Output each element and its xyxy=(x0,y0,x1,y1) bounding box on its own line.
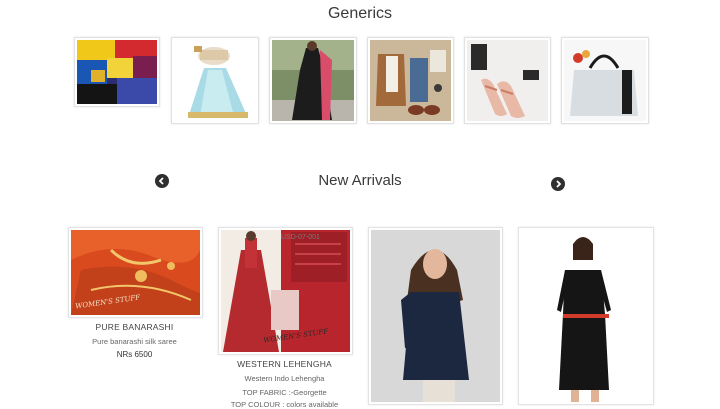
chevron-right-icon xyxy=(556,180,562,188)
lehenga-blouse-image xyxy=(174,40,256,121)
navy-top-model-image xyxy=(371,230,500,402)
product-code: USD-07-001 xyxy=(281,234,320,241)
folded-fabrics-image xyxy=(77,40,157,104)
product-description: Western Indo Lehengha xyxy=(244,374,325,383)
generic-item-dress[interactable] xyxy=(269,37,357,124)
product-price: NRs 6500 xyxy=(116,350,153,359)
next-arrow-button[interactable] xyxy=(551,177,565,191)
product-card-banarashi[interactable]: WOMEN'S STUFF xyxy=(68,227,203,318)
black-dress-model-image xyxy=(521,230,651,402)
dress-dupatta-image xyxy=(272,40,354,121)
generic-item-sandals[interactable] xyxy=(464,37,551,124)
mens-outfit-image xyxy=(370,40,451,121)
generic-item-lehenga[interactable] xyxy=(171,37,259,124)
product-card-black-dress[interactable] xyxy=(518,227,654,405)
product-detail: TOP FABRIC :-Georgette xyxy=(242,388,327,397)
generics-title: Generics xyxy=(327,5,393,22)
product-card-navy-top[interactable] xyxy=(368,227,503,405)
product-name[interactable]: PURE BANARASHI xyxy=(68,322,201,332)
product-card-lehengha[interactable]: USD-07-001 WOMEN'S STUFF xyxy=(218,227,353,355)
new-arrivals-title: New Arrivals xyxy=(318,172,402,189)
product-name[interactable]: WESTERN LEHENGHA xyxy=(218,359,351,369)
handbag-image xyxy=(564,40,646,121)
sandals-image xyxy=(467,40,548,121)
generic-item-mens[interactable] xyxy=(367,37,454,124)
generic-item-handbag[interactable] xyxy=(561,37,649,124)
product-description: Pure banarashi silk saree xyxy=(92,337,177,346)
generic-item-fabrics[interactable] xyxy=(74,37,160,107)
